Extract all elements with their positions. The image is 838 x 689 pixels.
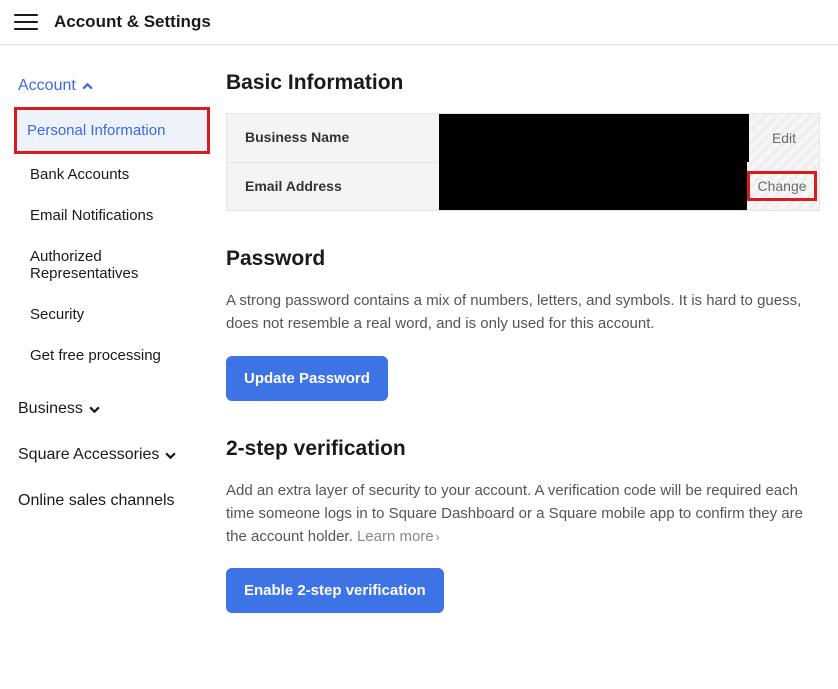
main-content: Basic Information Business Name Edit Ema… <box>210 45 838 689</box>
row-label: Email Address <box>227 162 439 210</box>
two-step-body-text: Add an extra layer of security to your a… <box>226 482 803 546</box>
two-step-section: 2-step verification Add an extra layer o… <box>226 437 820 614</box>
two-step-title: 2-step verification <box>226 437 820 461</box>
password-description: A strong password contains a mix of numb… <box>226 289 820 336</box>
edit-link[interactable]: Edit <box>749 130 819 146</box>
chevron-down-icon <box>165 450 176 461</box>
sidebar-group-label: Account <box>18 77 76 95</box>
two-step-description: Add an extra layer of security to your a… <box>226 479 820 549</box>
sidebar-item-label: Get free processing <box>30 347 161 364</box>
sidebar-group-label: Square Accessories <box>18 446 159 464</box>
basic-information-table: Business Name Edit Email Address Change <box>226 113 820 211</box>
sidebar-group-label: Business <box>18 400 83 418</box>
chevron-right-icon: › <box>436 528 440 547</box>
chevron-up-icon <box>82 81 93 92</box>
redacted-value <box>439 162 747 210</box>
page-title: Account & Settings <box>54 12 211 32</box>
redacted-value <box>439 114 749 162</box>
sidebar-group-label: Online sales channels <box>18 492 175 510</box>
sidebar: Account Personal Information Bank Accoun… <box>0 45 210 689</box>
sidebar-group-square-accessories[interactable]: Square Accessories <box>18 442 210 468</box>
chevron-down-icon <box>89 404 100 415</box>
sidebar-item-personal-information[interactable]: Personal Information <box>14 107 210 154</box>
sidebar-item-security[interactable]: Security <box>18 294 210 335</box>
sidebar-item-label: Security <box>30 306 84 323</box>
update-password-button[interactable]: Update Password <box>226 356 388 401</box>
page-header: Account & Settings <box>0 0 838 45</box>
sidebar-group-account[interactable]: Account <box>18 73 210 99</box>
enable-two-step-button[interactable]: Enable 2-step verification <box>226 568 444 613</box>
table-row-email-address: Email Address Change <box>227 162 819 210</box>
sidebar-item-label: Bank Accounts <box>30 166 129 183</box>
password-section: Password A strong password contains a mi… <box>226 247 820 401</box>
hamburger-menu-icon[interactable] <box>14 10 38 34</box>
change-link[interactable]: Change <box>747 171 817 201</box>
sidebar-item-label: Personal Information <box>27 122 165 139</box>
row-label: Business Name <box>227 114 439 162</box>
sidebar-item-email-notifications[interactable]: Email Notifications <box>18 195 210 236</box>
sidebar-item-label: Email Notifications <box>30 207 153 224</box>
sidebar-group-business[interactable]: Business <box>18 396 210 422</box>
password-title: Password <box>226 247 820 271</box>
row-value <box>439 162 747 210</box>
basic-information-title: Basic Information <box>226 71 820 95</box>
sidebar-item-get-free-processing[interactable]: Get free processing <box>18 335 210 376</box>
row-value <box>439 114 749 162</box>
learn-more-link[interactable]: Learn more› <box>357 528 440 545</box>
sidebar-item-label: Authorized Representatives <box>30 248 138 282</box>
sidebar-group-online-sales-channels[interactable]: Online sales channels <box>18 488 210 514</box>
table-row-business-name: Business Name Edit <box>227 114 819 162</box>
sidebar-item-authorized-representatives[interactable]: Authorized Representatives <box>18 236 210 294</box>
sidebar-item-bank-accounts[interactable]: Bank Accounts <box>18 154 210 195</box>
